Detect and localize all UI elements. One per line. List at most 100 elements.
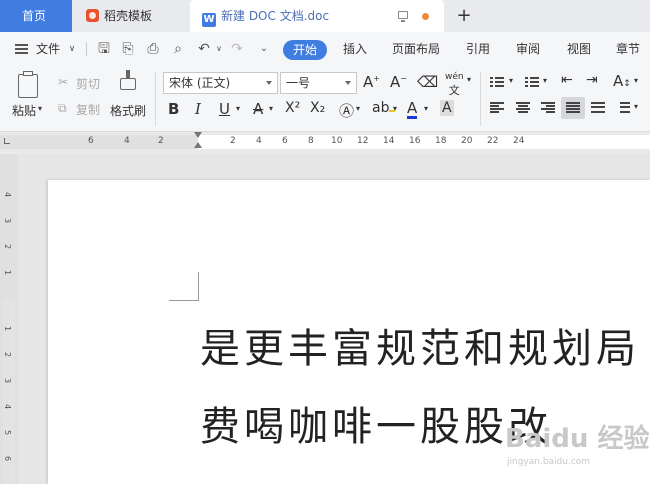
bold-button[interactable]: B	[168, 100, 179, 118]
format-painter-handle	[126, 70, 130, 79]
chevron-down-icon[interactable]: ▾	[424, 104, 428, 113]
chevron-down-icon[interactable]: ▾	[634, 76, 638, 85]
bullet-list-icon[interactable]	[490, 76, 504, 87]
clear-format-eraser-icon[interactable]: ⌫	[417, 73, 438, 91]
word-doc-icon: W	[202, 13, 216, 27]
ribbon-tab-section[interactable]: 章节	[616, 32, 640, 66]
new-tab-plus-icon[interactable]: +	[456, 6, 472, 26]
numbered-list-icon[interactable]	[525, 76, 539, 87]
increase-indent-icon[interactable]: ⇥	[586, 72, 598, 88]
ruler-number: 12	[357, 136, 369, 146]
copy-icon[interactable]: ⧉	[58, 101, 67, 116]
phonetic-guide-button[interactable]: wén 文	[445, 72, 464, 98]
ruler-number: 4	[3, 403, 13, 410]
ruler-number: 2	[3, 243, 13, 250]
paste-button[interactable]: 粘贴	[12, 102, 36, 119]
underline-dropdown-icon[interactable]: ▾	[236, 104, 240, 113]
format-painter-button[interactable]: 格式刷	[110, 102, 146, 119]
align-center-icon[interactable]	[516, 102, 530, 113]
line-spacing-icon[interactable]	[616, 102, 630, 113]
ribbon-home: 粘贴 ▾ ✂ 剪切 ⧉ 复制 格式刷 宋体 (正文) 一号 A+ A− ⌫ wé…	[0, 66, 650, 132]
align-left-icon[interactable]	[490, 102, 504, 113]
ribbon-divider	[480, 72, 481, 126]
ribbon-tab-insert[interactable]: 插入	[343, 32, 367, 66]
paste-dropdown-icon[interactable]: ▾	[38, 104, 42, 113]
menu-hamburger-icon[interactable]	[15, 44, 28, 54]
font-size-select[interactable]: 一号	[280, 72, 357, 94]
ribbon-tab-start[interactable]: 开始	[283, 40, 327, 60]
distributed-align-icon[interactable]	[591, 102, 605, 113]
tab-home-label: 首页	[22, 9, 47, 23]
chevron-down-icon[interactable]: ▾	[509, 76, 513, 85]
chevron-down-icon	[266, 81, 272, 85]
ruler-number: 6	[282, 136, 288, 146]
justify-icon[interactable]	[566, 102, 580, 113]
shrink-font-button[interactable]: A−	[390, 73, 407, 91]
ruler-number: 20	[461, 136, 473, 146]
subscript-button[interactable]: X₂	[310, 100, 325, 116]
ruler-margin-left	[0, 135, 198, 149]
horizontal-ruler[interactable]: 6 4 2 2 4 6 8 10 12 14 16 18 20 22 24	[0, 132, 650, 154]
underline-button[interactable]: U	[219, 100, 230, 118]
margin-corner-mark	[169, 272, 199, 301]
paste-clipboard-icon[interactable]	[18, 74, 38, 98]
cut-icon[interactable]: ✂	[58, 75, 68, 89]
vertical-ruler[interactable]: 4 3 2 1 1 2 3 4 5 6	[0, 154, 18, 484]
ruler-number: 14	[383, 136, 395, 146]
text-direction-button[interactable]: A↕	[613, 72, 631, 90]
ribbon-tab-references[interactable]: 引用	[466, 32, 490, 66]
chevron-down-icon[interactable]: ▾	[634, 102, 638, 111]
chevron-down-icon[interactable]: ▾	[543, 76, 547, 85]
chevron-down-icon[interactable]: ▾	[393, 104, 397, 113]
align-right-icon[interactable]	[541, 102, 555, 113]
save-icon[interactable]: 🖫	[96, 41, 112, 57]
decrease-indent-icon[interactable]: ⇤	[561, 72, 573, 88]
ribbon-tab-view[interactable]: 视图	[567, 32, 591, 66]
tab-daoke-templates[interactable]: 稻壳模板	[72, 0, 190, 32]
highlight-button[interactable]: ab	[372, 100, 396, 116]
chevron-down-icon[interactable]: ▾	[467, 75, 471, 84]
print-preview-icon[interactable]: ⌕	[170, 41, 186, 57]
char-shading-button[interactable]: A	[440, 100, 454, 116]
grow-font-button[interactable]: A+	[363, 73, 380, 91]
strikethrough-button[interactable]: A	[253, 100, 263, 118]
ruler-number: 4	[256, 136, 262, 146]
undo-dropdown-icon[interactable]: ∨	[211, 41, 227, 57]
ribbon-tab-review[interactable]: 审阅	[516, 32, 540, 66]
font-name-select[interactable]: 宋体 (正文)	[163, 72, 278, 94]
tab-stop-selector-icon[interactable]	[4, 138, 10, 144]
tab-home[interactable]: 首页	[0, 0, 72, 32]
ruler-number: 4	[124, 136, 130, 146]
chevron-down-icon[interactable]: ∨	[64, 41, 80, 57]
text-effect-button[interactable]: Ⓐ	[339, 100, 354, 121]
ruler-number: 18	[435, 136, 447, 146]
document-line-1[interactable]: 是更丰富规范和规划局	[200, 316, 640, 374]
export-icon[interactable]: ⎘	[120, 41, 136, 57]
baidu-watermark-logo: Baidu 经验	[505, 424, 650, 454]
monitor-icon[interactable]	[398, 11, 408, 22]
ribbon-tab-page-layout[interactable]: 页面布局	[392, 32, 440, 66]
ruler-number: 4	[3, 191, 13, 198]
redo-icon[interactable]: ↷	[229, 41, 245, 57]
ruler-number: 10	[331, 136, 343, 146]
italic-button[interactable]: I	[195, 100, 201, 118]
chevron-down-icon	[345, 81, 351, 85]
customize-qa-icon[interactable]: ⌄	[256, 41, 272, 57]
ruler-text-area	[198, 135, 650, 149]
ruler-number: 16	[409, 136, 421, 146]
strikethrough-dropdown-icon[interactable]: ▾	[269, 104, 273, 113]
format-painter-icon[interactable]	[120, 78, 136, 90]
menu-file[interactable]: 文件	[36, 32, 60, 66]
document-line-2[interactable]: 费喝咖啡一股股改	[200, 394, 552, 452]
baidu-watermark-url: jingyan.baidu.com	[507, 457, 591, 467]
superscript-button[interactable]: X²	[285, 100, 300, 116]
tab-document[interactable]: W 新建 DOC 文档.doc	[190, 0, 444, 32]
indent-marker-icon[interactable]	[194, 132, 202, 152]
copy-button[interactable]: 复制	[76, 101, 100, 118]
clipboard-clip-icon	[23, 71, 33, 76]
cut-button[interactable]: 剪切	[76, 75, 100, 92]
font-color-button[interactable]: A	[407, 100, 418, 119]
chevron-down-icon[interactable]: ▾	[356, 104, 360, 113]
undo-icon[interactable]: ↶	[196, 41, 212, 57]
print-icon[interactable]: ⎙	[145, 41, 161, 57]
